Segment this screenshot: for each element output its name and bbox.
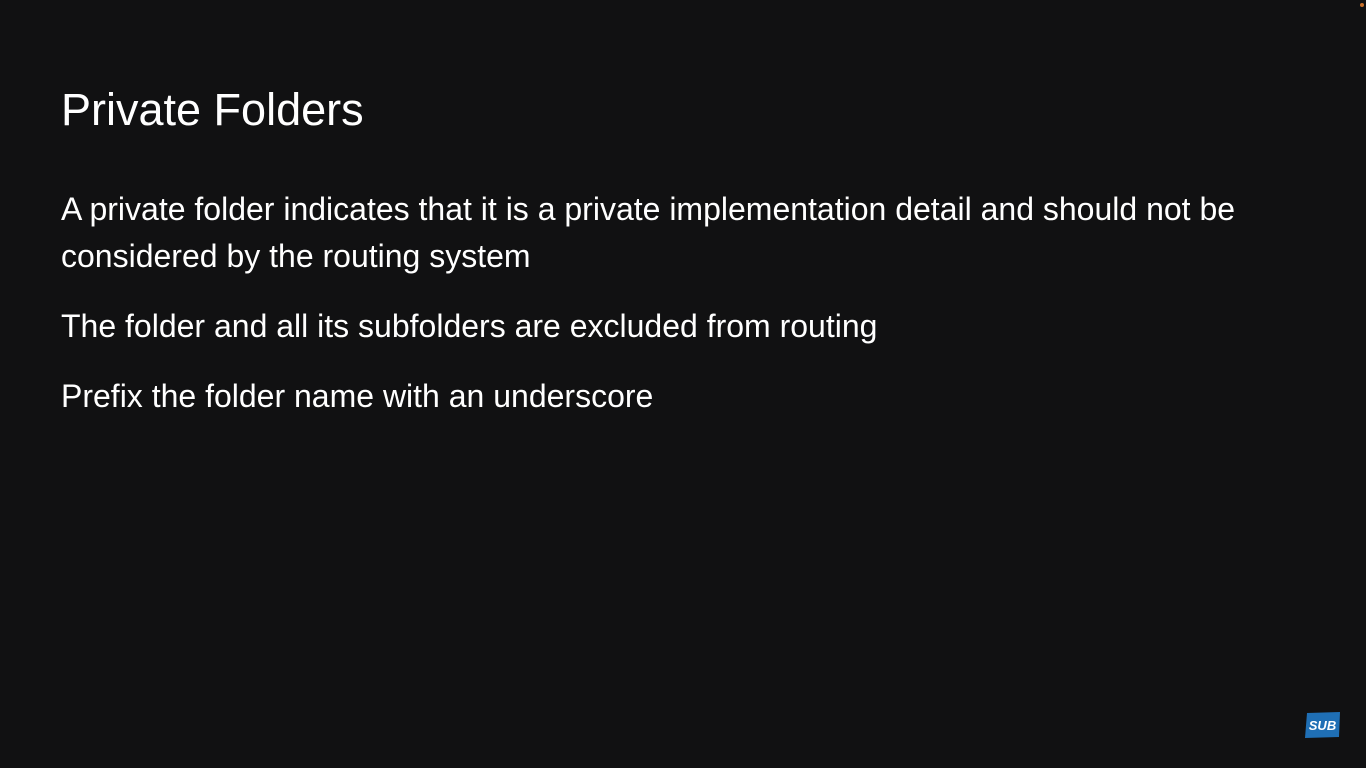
corner-indicator-dot (1360, 3, 1364, 7)
bullet-list: A private folder indicates that it is a … (61, 186, 1301, 443)
slide-title: Private Folders (61, 84, 364, 135)
bullet-item-2: The folder and all its subfolders are ex… (61, 308, 878, 344)
subscribe-badge-icon[interactable]: SUB (1304, 711, 1341, 739)
bullet-item-3: Prefix the folder name with an underscor… (61, 378, 654, 414)
presentation-slide: Private Folders A private folder indicat… (0, 0, 1366, 768)
subscribe-badge-shape: SUB (1305, 712, 1340, 738)
bullet-item-1: A private folder indicates that it is a … (61, 191, 1236, 274)
subscribe-badge-label: SUB (1309, 718, 1336, 733)
